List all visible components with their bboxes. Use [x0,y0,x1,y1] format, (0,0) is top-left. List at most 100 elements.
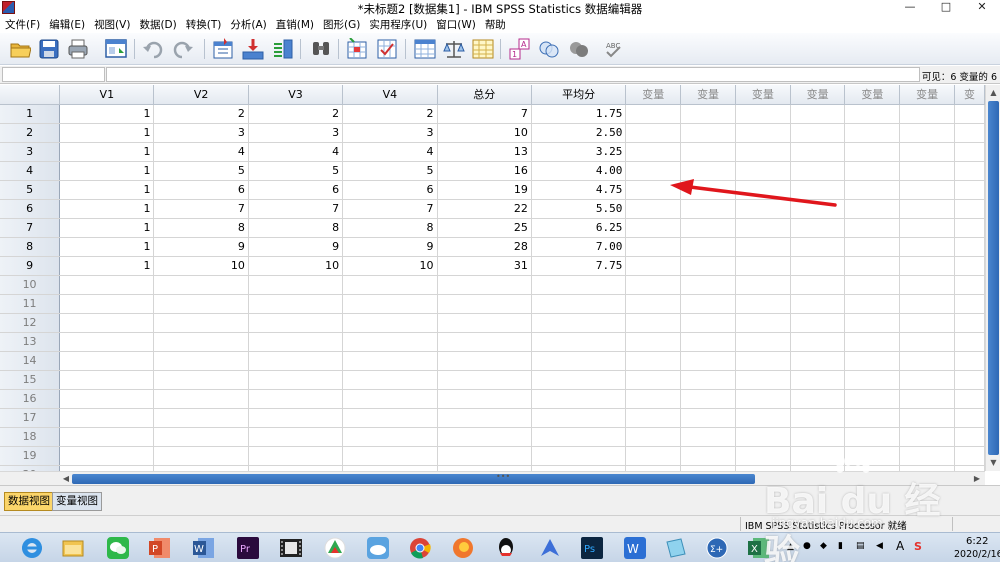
redo-icon[interactable] [172,38,194,60]
empty-cell[interactable] [625,446,682,466]
empty-cell[interactable] [680,351,736,371]
empty-cell[interactable] [437,427,532,447]
empty-cell[interactable] [680,123,736,143]
empty-cell[interactable] [248,294,344,314]
data-cell[interactable]: 5 [153,161,249,181]
grid-corner[interactable] [0,85,61,105]
empty-cell[interactable] [790,218,846,238]
empty-cell[interactable] [954,332,985,352]
empty-cell[interactable] [735,237,791,257]
empty-cell[interactable] [59,275,155,295]
menu-data[interactable]: 数据(D) [134,17,180,33]
empty-cell[interactable] [844,408,901,428]
show-all-variables-icon[interactable] [568,38,590,60]
empty-cell[interactable] [954,427,985,447]
row-header[interactable]: 3 [0,142,61,162]
empty-cell[interactable] [437,332,532,352]
close-button[interactable]: ✕ [966,0,998,14]
minimize-button[interactable]: — [897,0,923,14]
data-cell[interactable]: 8 [342,218,438,238]
empty-cell[interactable] [342,332,438,352]
empty-cell[interactable] [625,123,682,143]
360-browser-icon[interactable] [323,536,347,560]
empty-cell[interactable] [899,446,956,466]
empty-cell[interactable] [899,104,956,124]
data-cell[interactable]: 6 [248,180,344,200]
empty-cell[interactable] [735,351,791,371]
empty-cell[interactable] [59,370,155,390]
empty-cell[interactable] [342,275,438,295]
data-cell[interactable]: 1 [59,237,155,257]
goto-case-icon[interactable] [212,38,234,60]
empty-cell[interactable] [531,446,627,466]
empty-cell[interactable] [899,294,956,314]
data-cell[interactable]: 4.00 [531,161,627,181]
empty-cell[interactable] [790,275,846,295]
data-cell[interactable]: 7.00 [531,237,627,257]
menu-window[interactable]: 窗口(W) [431,17,480,33]
empty-cell[interactable] [680,446,736,466]
split-file-icon[interactable] [414,38,436,60]
tray-qq-icon[interactable]: ● [803,541,811,551]
row-header[interactable]: 4 [0,161,61,181]
empty-cell[interactable] [954,294,985,314]
empty-cell[interactable] [790,294,846,314]
word-icon[interactable]: W [192,536,216,560]
empty-cell[interactable] [735,389,791,409]
empty-cell[interactable] [625,104,682,124]
empty-cell[interactable] [899,161,956,181]
empty-cell[interactable] [790,313,846,333]
empty-cell[interactable] [954,313,985,333]
empty-cell[interactable] [899,275,956,295]
empty-cell[interactable] [790,123,846,143]
empty-cell[interactable] [248,408,344,428]
horizontal-scroll-thumb[interactable] [72,474,755,484]
empty-cell[interactable] [437,275,532,295]
empty-cell[interactable] [954,142,985,162]
empty-cell[interactable] [625,351,682,371]
empty-cell[interactable] [844,370,901,390]
empty-cell[interactable] [790,370,846,390]
cell-reference-box[interactable] [2,67,105,82]
menu-direct-marketing[interactable]: 直销(M) [271,17,318,33]
empty-cell[interactable] [625,218,682,238]
data-cell[interactable]: 9 [342,237,438,257]
empty-cell[interactable] [954,370,985,390]
column-header-v4[interactable]: V4 [342,85,438,105]
firefox-icon[interactable] [451,536,475,560]
print-icon[interactable] [67,38,89,60]
empty-cell[interactable] [531,408,627,428]
empty-cell[interactable] [531,389,627,409]
data-cell[interactable]: 9 [248,237,344,257]
empty-cell[interactable] [899,180,956,200]
row-header[interactable]: 5 [0,180,61,200]
wechat-icon[interactable] [106,536,130,560]
insert-cases-icon[interactable] [346,38,368,60]
empty-cell[interactable] [790,427,846,447]
empty-cell[interactable] [899,408,956,428]
empty-cell[interactable] [248,370,344,390]
data-cell[interactable]: 4 [248,142,344,162]
empty-cell[interactable] [625,313,682,333]
vertical-scroll-thumb[interactable] [988,101,999,455]
chrome-icon[interactable] [408,536,432,560]
column-header-placeholder[interactable]: 变量 [625,85,682,105]
column-header-placeholder[interactable]: 变量 [735,85,791,105]
row-header[interactable]: 8 [0,237,61,257]
empty-cell[interactable] [899,142,956,162]
menu-analyze[interactable]: 分析(A) [225,17,270,33]
empty-cell[interactable] [680,275,736,295]
empty-cell[interactable] [59,427,155,447]
empty-cell[interactable] [153,351,249,371]
empty-cell[interactable] [59,351,155,371]
data-cell[interactable]: 13 [437,142,532,162]
empty-cell[interactable] [680,313,736,333]
empty-cell[interactable] [625,294,682,314]
data-cell[interactable]: 3 [248,123,344,143]
empty-cell[interactable] [680,332,736,352]
tray-volume-icon[interactable]: ◀ [876,541,883,551]
data-cell[interactable]: 2 [342,104,438,124]
empty-cell[interactable] [954,446,985,466]
spss-icon[interactable]: Σ+ [705,536,729,560]
undo-icon[interactable] [142,38,164,60]
